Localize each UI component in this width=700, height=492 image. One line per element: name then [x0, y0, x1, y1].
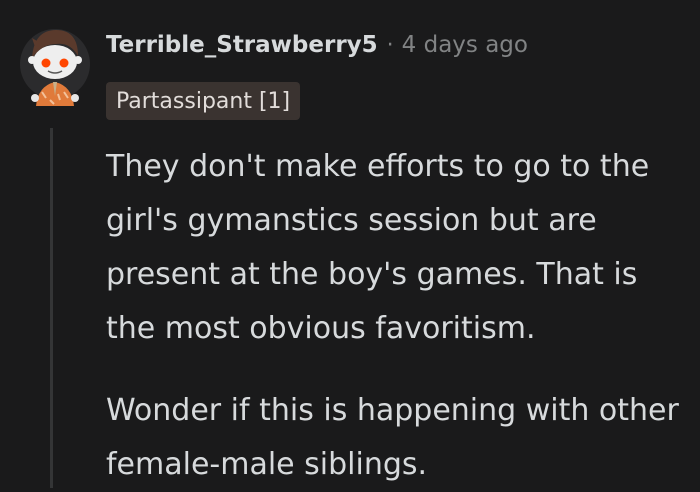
timestamp[interactable]: 4 days ago — [402, 32, 528, 58]
comment-paragraph: Wonder if this is happening with other f… — [106, 393, 679, 482]
username-link[interactable]: Terrible_Strawberry5 — [106, 32, 378, 58]
comment: Terrible_Strawberry5 · 4 days ago Partas… — [0, 0, 700, 488]
comment-body: They don't make efforts to go to the gir… — [106, 140, 686, 492]
thread-collapse-line[interactable] — [50, 128, 53, 488]
user-avatar[interactable] — [20, 20, 90, 108]
comment-paragraph: They don't make efforts to go to the gir… — [106, 149, 650, 346]
meta-separator: · — [386, 32, 394, 58]
snoo-avatar-icon — [20, 29, 90, 106]
user-flair: Partassipant [1] — [106, 82, 301, 120]
comment-header: Terrible_Strawberry5 · 4 days ago — [106, 32, 528, 58]
